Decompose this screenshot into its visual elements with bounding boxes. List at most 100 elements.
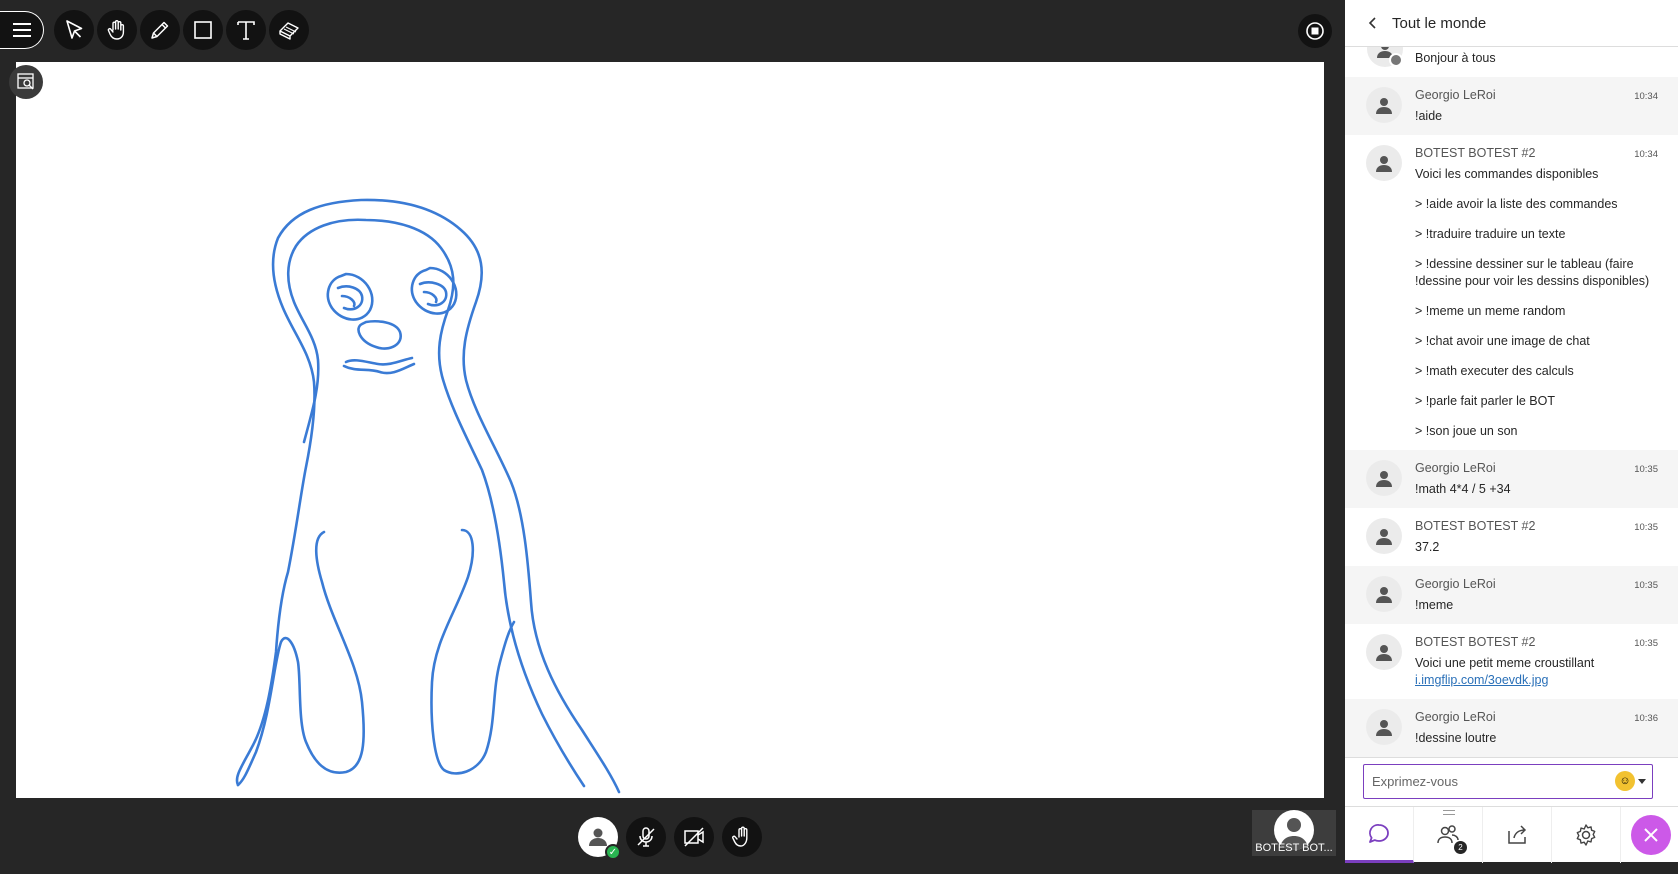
message-author: BOTEST BOTEST #2 — [1415, 519, 1536, 533]
command-line: > !dessine dessiner sur le tableau (fair… — [1415, 257, 1650, 288]
caret-down-icon — [1638, 778, 1646, 784]
pan-tool-button[interactable] — [97, 10, 137, 50]
user-avatar-icon — [1376, 720, 1392, 736]
eraser-tool-button[interactable] — [269, 10, 309, 50]
chat-panel: Tout le monde Bonjour à tous Georgio LeR… — [1345, 0, 1678, 863]
tab-participants[interactable]: 2 — [1414, 807, 1483, 863]
menu-button[interactable] — [0, 11, 44, 49]
zoom-fit-button[interactable] — [9, 65, 43, 99]
otter-drawing — [235, 198, 621, 794]
tab-chat[interactable] — [1345, 807, 1414, 863]
drag-handle-icon[interactable] — [1443, 810, 1455, 815]
message-link[interactable]: i.imgflip.com/3oevdk.jpg — [1415, 672, 1664, 689]
chevron-left-icon — [1368, 17, 1376, 29]
user-avatar-icon — [1376, 156, 1392, 172]
chat-title: Tout le monde — [1392, 14, 1487, 32]
camera-button[interactable] — [674, 817, 714, 857]
eraser-icon — [279, 22, 299, 40]
raise-hand-icon — [732, 826, 748, 847]
command-line: > !math executer des calculs — [1415, 364, 1574, 378]
chat-message: BOTEST BOTEST #2 10:34 Voici les command… — [1345, 135, 1678, 450]
pan-hand-icon — [107, 20, 125, 40]
pencil-tool-button[interactable] — [140, 10, 180, 50]
chat-header: Tout le monde — [1345, 0, 1678, 47]
my-status-button[interactable]: ✓ — [578, 817, 621, 860]
microphone-muted-icon — [637, 827, 655, 847]
chat-message: BOTEST BOTEST #2 10:35 37.2 — [1345, 508, 1678, 566]
message-input-box: ☺ — [1363, 764, 1653, 799]
pencil-icon — [151, 21, 169, 39]
text-icon — [237, 21, 255, 40]
tab-share-content[interactable] — [1483, 807, 1552, 863]
record-button[interactable] — [1298, 14, 1332, 48]
user-avatar-icon — [1376, 529, 1392, 545]
text-tool-button[interactable] — [226, 10, 266, 50]
smiley-icon: ☺ — [1615, 771, 1635, 791]
chat-composer: ☺ — [1345, 757, 1678, 806]
chat-message: Bonjour à tous — [1345, 47, 1678, 77]
message-text: Bonjour à tous — [1415, 51, 1496, 65]
message-author: BOTEST BOTEST #2 — [1415, 635, 1536, 649]
user-avatar — [1366, 460, 1402, 496]
message-time: 10:35 — [1634, 638, 1658, 649]
user-avatar — [1366, 634, 1402, 670]
back-button[interactable] — [1362, 12, 1384, 34]
message-time: 10:35 — [1634, 464, 1658, 475]
participant-tile[interactable]: BOTEST BOT... — [1252, 810, 1336, 856]
message-input[interactable] — [1372, 774, 1602, 789]
message-text: !aide — [1415, 109, 1443, 123]
participant-count-badge: 2 — [1454, 841, 1467, 854]
tab-settings[interactable] — [1552, 807, 1621, 863]
message-text: !dessine loutre — [1415, 731, 1497, 745]
user-avatar-icon — [1376, 98, 1392, 114]
chat-message: BOTEST BOTEST #2 10:35 Voici une petit m… — [1345, 624, 1678, 699]
message-time: 10:36 — [1634, 713, 1658, 724]
zoom-fit-icon — [17, 73, 34, 90]
message-time: 10:35 — [1634, 580, 1658, 591]
whiteboard-canvas[interactable] — [16, 62, 1324, 798]
message-author: BOTEST BOTEST #2 — [1415, 146, 1536, 160]
chat-message: Georgio LeRoi 10:35 !meme — [1345, 566, 1678, 624]
message-text: 37.2 — [1415, 540, 1440, 554]
message-author: Georgio LeRoi — [1415, 461, 1496, 475]
select-tool-button[interactable] — [54, 10, 94, 50]
message-text: Voici une petit meme croustillant — [1415, 656, 1595, 670]
status-check-icon: ✓ — [605, 844, 621, 860]
user-avatar — [1366, 87, 1402, 123]
moderator-badge-icon — [1389, 53, 1403, 67]
emoji-picker-button[interactable]: ☺ — [1615, 771, 1646, 791]
share-icon — [1508, 825, 1527, 844]
stage: ✓ BOTEST BOT... — [0, 0, 1345, 862]
close-panel-button[interactable] — [1631, 815, 1671, 855]
gear-icon — [1576, 824, 1596, 846]
command-line: > !traduire traduire un texte — [1415, 227, 1566, 241]
participant-name: BOTEST BOT... — [1255, 842, 1333, 854]
microphone-button[interactable] — [626, 817, 666, 857]
command-line: > !meme un meme random — [1415, 304, 1566, 318]
message-text: !meme — [1415, 598, 1454, 612]
user-avatar-icon — [1376, 645, 1392, 661]
select-pointer-icon — [66, 20, 83, 39]
camera-off-icon — [684, 827, 704, 847]
command-line: > !aide avoir la liste des commandes — [1415, 197, 1618, 211]
message-time: 10:34 — [1634, 149, 1658, 160]
shape-tool-button[interactable] — [183, 10, 223, 50]
record-stop-icon — [1306, 22, 1324, 40]
user-avatar — [1366, 518, 1402, 554]
panel-tabbar: 2 — [1345, 806, 1678, 863]
raise-hand-button[interactable] — [722, 817, 762, 857]
user-avatar — [1366, 145, 1402, 181]
menu-icon — [12, 23, 31, 37]
user-avatar — [1366, 576, 1402, 612]
chat-message-list[interactable]: Bonjour à tous Georgio LeRoi 10:34 !aide… — [1345, 47, 1678, 757]
rectangle-icon — [194, 21, 212, 39]
message-time: 10:34 — [1634, 91, 1658, 102]
chat-message: Georgio LeRoi 10:34 !aide — [1345, 77, 1678, 135]
chat-message: Georgio LeRoi 10:36 !dessine loutre — [1345, 699, 1678, 757]
command-line: > !chat avoir une image de chat — [1415, 334, 1590, 348]
message-author: Georgio LeRoi — [1415, 577, 1496, 591]
command-line: > !parle fait parler le BOT — [1415, 394, 1555, 408]
collaborate-app: ✓ BOTEST BOT... Tout le monde Bonjour à … — [0, 0, 1678, 874]
message-author: Georgio LeRoi — [1415, 710, 1496, 724]
message-text: !math 4*4 / 5 +34 — [1415, 482, 1511, 496]
